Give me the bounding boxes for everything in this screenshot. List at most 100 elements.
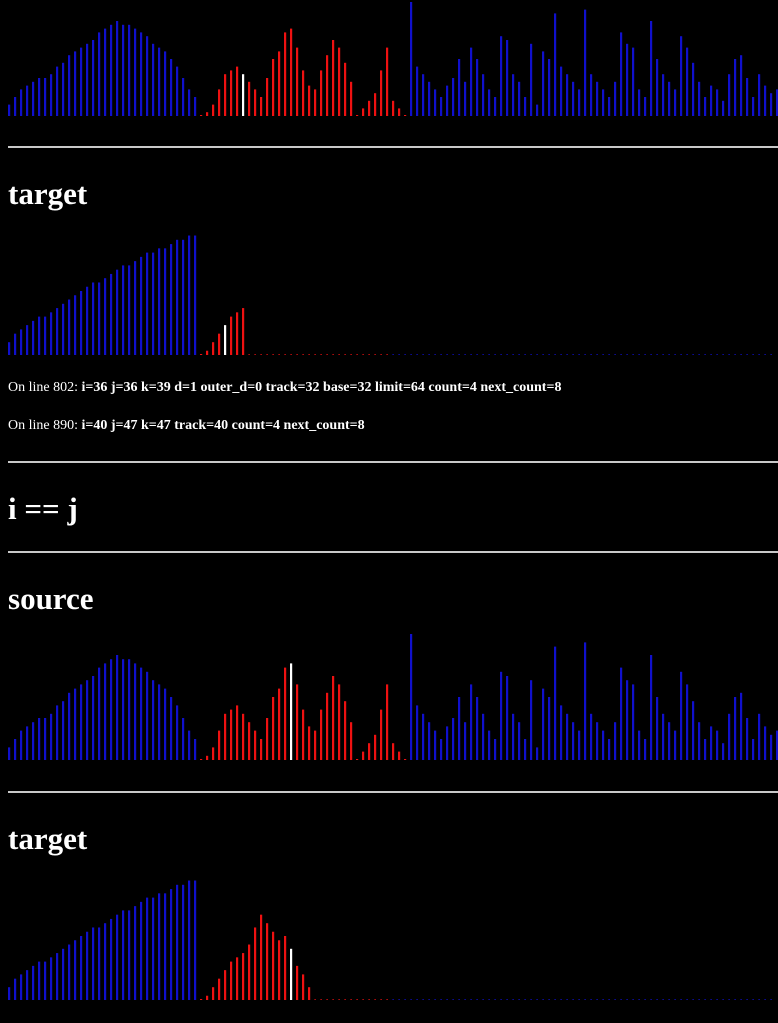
bar <box>38 718 41 760</box>
empty-slot-mark <box>422 354 424 355</box>
bar <box>374 734 377 760</box>
bar <box>470 47 473 116</box>
bar <box>410 634 413 760</box>
bar <box>362 751 365 760</box>
bar <box>224 74 227 116</box>
bar <box>50 312 53 355</box>
empty-slot-mark <box>668 999 670 1000</box>
bar <box>122 910 125 1000</box>
bar <box>572 81 575 116</box>
bar <box>680 36 683 117</box>
bar <box>704 97 707 116</box>
bar <box>104 923 107 1000</box>
bar <box>98 282 101 355</box>
bar <box>398 108 401 116</box>
empty-slot-mark <box>638 354 640 355</box>
bar <box>554 646 557 760</box>
empty-slot-mark <box>518 999 520 1000</box>
bar <box>464 81 467 116</box>
empty-slot-mark <box>524 999 526 1000</box>
status-line-prefix: On line 890: <box>8 418 78 433</box>
bar <box>608 739 611 760</box>
bar <box>434 89 437 116</box>
bar <box>374 93 377 116</box>
bar <box>182 718 185 760</box>
bar <box>446 726 449 760</box>
bar <box>14 739 17 760</box>
bar <box>74 940 77 1000</box>
bar <box>56 705 59 760</box>
bar <box>176 705 179 760</box>
empty-slot-mark <box>422 999 424 1000</box>
bar <box>218 333 221 355</box>
empty-slot-mark <box>704 999 706 1000</box>
empty-slot-mark <box>458 999 460 1000</box>
bar <box>608 97 611 116</box>
source-bar-chart-1 <box>8 2 778 117</box>
bar <box>182 884 185 1000</box>
empty-slot-mark <box>626 354 628 355</box>
bar <box>188 880 191 1000</box>
bar <box>410 2 413 116</box>
bar <box>74 51 77 116</box>
bar <box>674 730 677 760</box>
empty-slot-mark <box>500 354 502 355</box>
bar <box>62 948 65 1000</box>
bar <box>554 13 557 116</box>
bar <box>332 40 335 116</box>
bar <box>470 684 473 760</box>
bar <box>218 89 221 116</box>
bar <box>602 89 605 116</box>
empty-slot-mark <box>344 354 346 355</box>
bar <box>704 739 707 760</box>
bar <box>530 43 533 116</box>
target-bar-chart-2 <box>8 880 772 1000</box>
bar <box>536 747 539 760</box>
bar <box>158 47 161 116</box>
empty-slot-mark <box>350 354 352 355</box>
bar <box>182 78 185 116</box>
bar <box>512 713 515 760</box>
empty-slot-mark <box>548 999 550 1000</box>
empty-slot-mark <box>686 354 688 355</box>
bar <box>92 40 95 116</box>
empty-slot-mark <box>542 354 544 355</box>
bar <box>320 70 323 116</box>
bar <box>200 759 203 760</box>
bar <box>476 697 479 760</box>
bar <box>752 739 755 760</box>
bar <box>50 74 53 116</box>
empty-slot-mark <box>428 354 430 355</box>
empty-slot-mark <box>332 354 334 355</box>
bar <box>128 910 131 1000</box>
empty-slot-mark <box>314 354 316 355</box>
bar <box>722 100 725 116</box>
bar <box>152 897 155 1000</box>
bar <box>284 667 287 760</box>
empty-slot-mark <box>404 354 406 355</box>
bar <box>44 961 47 1000</box>
bar <box>14 978 17 1000</box>
bar <box>128 24 131 116</box>
empty-slot-mark <box>326 354 328 355</box>
bar <box>758 713 761 760</box>
bar <box>56 308 59 355</box>
bar <box>134 28 137 117</box>
bar <box>86 680 89 760</box>
bar <box>134 906 137 1000</box>
bar <box>230 70 233 116</box>
bar <box>266 718 269 760</box>
bar <box>434 730 437 760</box>
bar <box>614 722 617 760</box>
bar <box>278 688 281 760</box>
bar <box>284 32 287 116</box>
bar <box>200 115 203 116</box>
bar <box>206 995 209 1000</box>
bar <box>314 730 317 760</box>
bar <box>170 697 173 760</box>
empty-slot-mark <box>476 999 478 1000</box>
bar <box>32 320 35 355</box>
bar <box>308 987 311 1000</box>
empty-slot-mark <box>578 999 580 1000</box>
bar <box>188 730 191 760</box>
